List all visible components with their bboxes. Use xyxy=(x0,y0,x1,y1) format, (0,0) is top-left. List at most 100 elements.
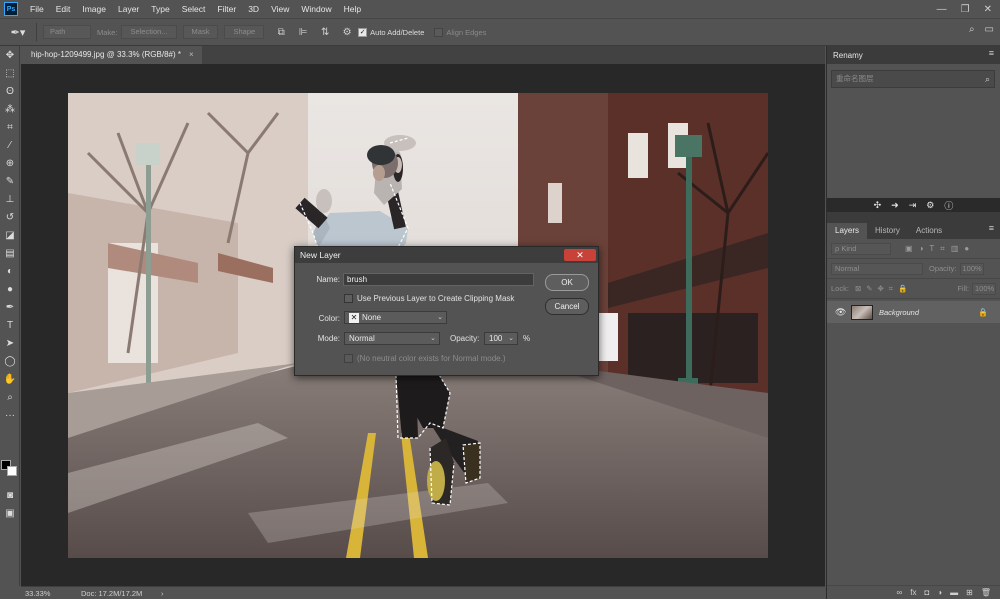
menu-layer[interactable]: Layer xyxy=(112,0,145,18)
renamy-search-input[interactable]: 重命名图层 ⌕ xyxy=(831,70,995,88)
clone-stamp-icon[interactable]: ⊥ xyxy=(0,190,20,208)
menu-3d[interactable]: 3D xyxy=(242,0,265,18)
opacity-field[interactable]: 100% xyxy=(959,262,984,275)
zoom-tool-icon[interactable]: ⌕ xyxy=(0,388,20,406)
healing-brush-icon[interactable]: ⊕ xyxy=(0,154,20,172)
adjustment-filter-icon[interactable]: ◑ xyxy=(919,244,924,254)
color-select[interactable]: ✕ None ⌄ xyxy=(344,311,447,324)
export-arrow-icon[interactable]: ⇥ xyxy=(909,200,917,211)
lock-icons[interactable]: ⊠✎✥⌗🔒 xyxy=(855,284,912,294)
layer-kind-select[interactable]: ρ Kind xyxy=(831,242,891,255)
fill-field[interactable]: 100% xyxy=(972,282,996,295)
status-arrow-icon[interactable]: › xyxy=(161,589,164,598)
layer-row-background[interactable]: 👁 Background 🔒 xyxy=(827,301,1000,323)
history-brush-icon[interactable]: ↺ xyxy=(0,208,20,226)
pixel-filter-icon[interactable]: ▣ xyxy=(905,244,913,254)
neutral-color-checkbox[interactable] xyxy=(344,354,353,363)
path-alignment-icon[interactable]: ⊫ xyxy=(295,24,311,40)
add-mask-icon[interactable]: ◘ xyxy=(924,588,929,597)
marquee-tool-icon[interactable]: ⬚ xyxy=(0,64,20,82)
type-tool-icon[interactable]: T xyxy=(0,316,20,334)
menu-select[interactable]: Select xyxy=(176,0,212,18)
crop-tool-icon[interactable]: ⌗ xyxy=(0,118,20,136)
pen-tool-preset-icon[interactable]: ✒▾ xyxy=(6,22,30,42)
shape-filter-icon[interactable]: ⌗ xyxy=(940,244,945,254)
hand-tool-icon[interactable]: ✋ xyxy=(0,370,20,388)
layer-thumbnail xyxy=(851,304,873,320)
info-icon[interactable]: ⓘ xyxy=(944,199,953,212)
more-tools-icon[interactable]: ··· xyxy=(0,406,20,424)
search-icon[interactable]: ⌕ xyxy=(969,24,975,35)
tab-layers[interactable]: Layers xyxy=(827,223,868,239)
pen-tool-icon[interactable]: ✒ xyxy=(0,298,20,316)
make-shape-button[interactable]: Shape xyxy=(224,25,265,39)
eye-icon[interactable]: 👁 xyxy=(835,307,847,318)
link-icon[interactable]: ✣ xyxy=(874,200,882,211)
eyedropper-icon[interactable]: ⁄ xyxy=(0,136,20,154)
filter-toggle-icon[interactable]: ● xyxy=(964,244,969,254)
workspace-icon[interactable]: ▭ xyxy=(985,24,994,35)
make-selection-button[interactable]: Selection... xyxy=(121,25,177,39)
auto-add-delete-checkbox[interactable]: ✓ xyxy=(358,27,368,37)
eraser-icon[interactable]: ◪ xyxy=(0,226,20,244)
move-tool-icon[interactable]: ✥ xyxy=(0,46,20,64)
restore-icon[interactable]: ❐ xyxy=(961,4,970,15)
menu-type[interactable]: Type xyxy=(145,0,175,18)
blend-mode-select[interactable]: Normal xyxy=(831,262,923,275)
path-selection-icon[interactable]: ➤ xyxy=(0,334,20,352)
fx-icon[interactable]: fx xyxy=(910,588,916,597)
menu-image[interactable]: Image xyxy=(76,0,112,18)
minimize-icon[interactable]: — xyxy=(937,4,947,15)
trash-icon[interactable]: 🗑 xyxy=(981,588,991,597)
menu-view[interactable]: View xyxy=(265,0,295,18)
opacity-select[interactable]: 100 ⌄ xyxy=(484,332,518,345)
dodge-tool-icon[interactable]: ● xyxy=(0,280,20,298)
smart-filter-icon[interactable]: ▥ xyxy=(951,244,959,254)
panel-menu-icon[interactable]: ≡ xyxy=(989,223,994,233)
auto-add-delete-label: Auto Add/Delete xyxy=(370,27,425,37)
blur-tool-icon[interactable]: ◐ xyxy=(0,262,20,280)
tab-history[interactable]: History xyxy=(867,223,908,239)
mode-label: Mode: xyxy=(317,334,340,343)
type-filter-icon[interactable]: T xyxy=(929,244,934,254)
gradient-tool-icon[interactable]: ▤ xyxy=(0,244,20,262)
cancel-button[interactable]: Cancel xyxy=(545,298,589,315)
menu-window[interactable]: Window xyxy=(295,0,337,18)
ok-button[interactable]: OK xyxy=(545,274,589,291)
tab-actions[interactable]: Actions xyxy=(908,223,950,239)
search-icon[interactable]: ⌕ xyxy=(985,71,990,87)
magic-wand-icon[interactable]: ⁂ xyxy=(0,100,20,118)
next-arrow-icon[interactable]: ➜ xyxy=(891,200,899,211)
new-layer-icon[interactable]: ⊞ xyxy=(966,588,973,597)
align-edges-checkbox[interactable] xyxy=(434,27,444,37)
dialog-close-button[interactable]: ✕ xyxy=(564,249,596,261)
path-operations-icon[interactable]: ⧉ xyxy=(273,24,289,40)
mode-select[interactable]: Normal ⌄ xyxy=(344,332,440,345)
new-group-icon[interactable]: ▬ xyxy=(950,588,958,597)
menu-edit[interactable]: Edit xyxy=(50,0,77,18)
gear-icon[interactable]: ⚙ xyxy=(926,200,934,211)
layer-name-input[interactable]: brush xyxy=(343,273,534,286)
path-arrangement-icon[interactable]: ⇅ xyxy=(317,24,333,40)
make-mask-button[interactable]: Mask xyxy=(182,25,219,39)
panel-menu-icon[interactable]: ≡ xyxy=(989,48,994,58)
background-color-swatch[interactable] xyxy=(7,466,17,476)
path-mode-select[interactable]: Path xyxy=(43,25,91,39)
lasso-tool-icon[interactable]: ʘ xyxy=(0,82,20,100)
link-layers-icon[interactable]: ∞ xyxy=(897,588,903,597)
quick-mask-icon[interactable]: ◙ xyxy=(0,486,20,504)
gear-icon[interactable]: ⚙ xyxy=(339,24,355,40)
menu-filter[interactable]: Filter xyxy=(211,0,242,18)
menu-file[interactable]: File xyxy=(24,0,50,18)
zoom-level[interactable]: 33.33% xyxy=(21,589,69,598)
adjustment-layer-icon[interactable]: ◑ xyxy=(937,588,942,597)
clipping-mask-checkbox[interactable] xyxy=(344,294,353,303)
lock-row: Lock: ⊠✎✥⌗🔒 Fill: 100% xyxy=(827,279,1000,299)
screen-mode-icon[interactable]: ▣ xyxy=(0,504,20,522)
shape-tool-icon[interactable]: ◯ xyxy=(0,352,20,370)
close-window-icon[interactable]: ✕ xyxy=(984,4,992,15)
menu-help[interactable]: Help xyxy=(338,0,367,18)
close-tab-icon[interactable]: × xyxy=(189,46,194,64)
document-tab[interactable]: hip-hop-1209499.jpg @ 33.3% (RGB/8#) * × xyxy=(21,46,202,64)
brush-tool-icon[interactable]: ✎ xyxy=(0,172,20,190)
